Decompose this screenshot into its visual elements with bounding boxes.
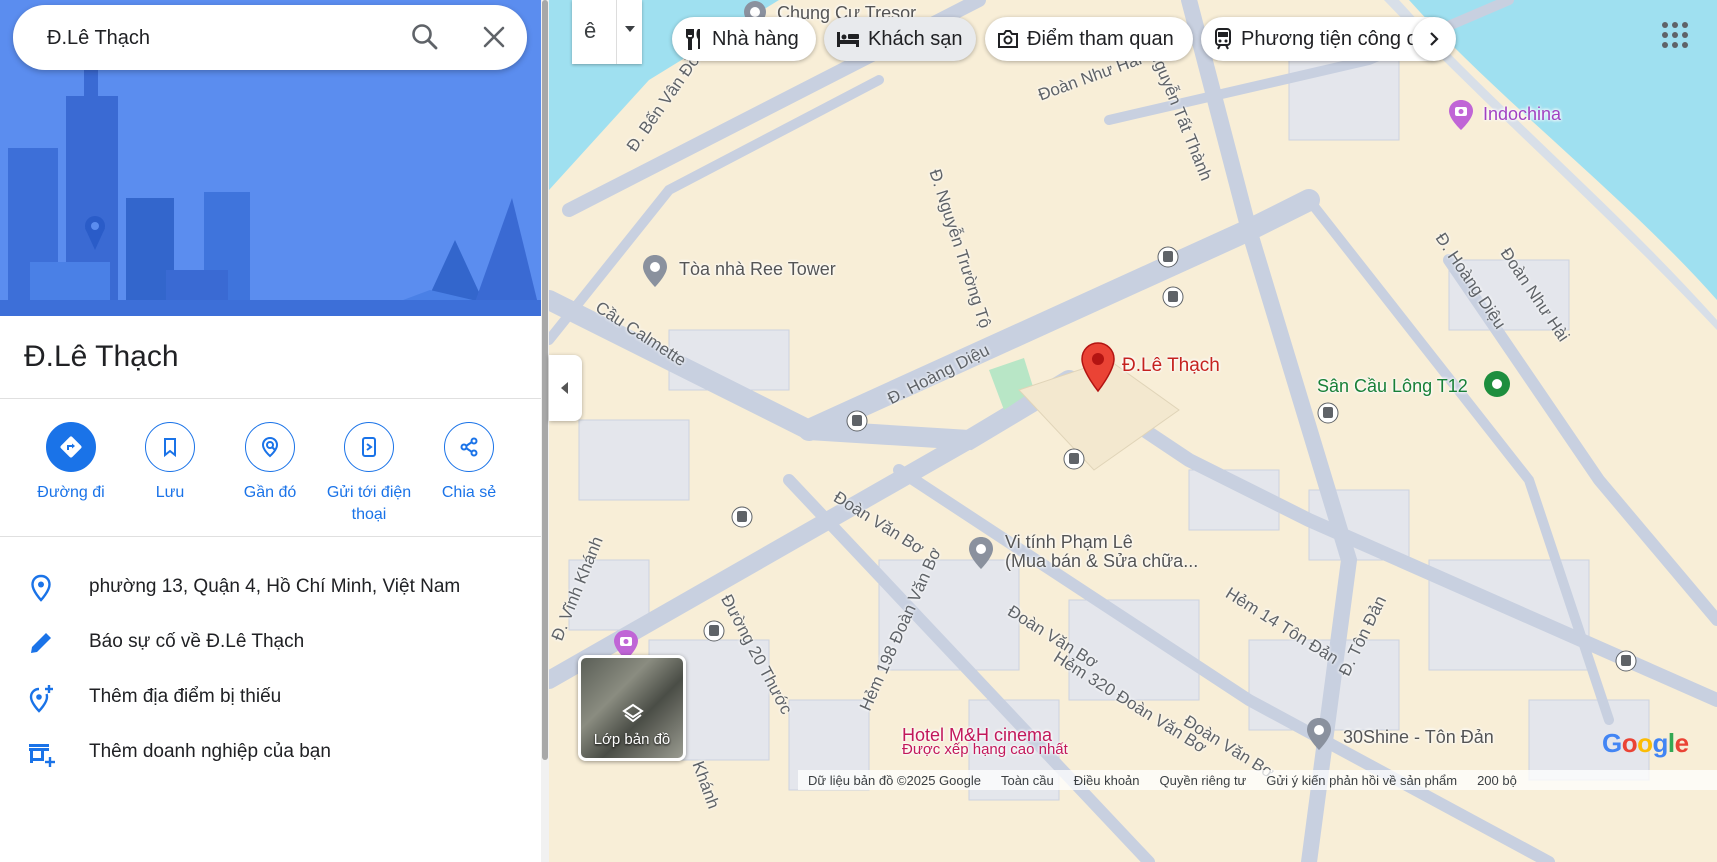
directions-label: Đường đi xyxy=(37,484,105,501)
divider xyxy=(0,536,541,537)
ime-icon: ê xyxy=(584,18,597,43)
bus-stop-icon[interactable] xyxy=(1162,286,1184,308)
close-icon xyxy=(483,26,505,48)
phone-send-icon xyxy=(362,437,376,457)
poi-label[interactable]: (Mua bán & Sửa chữa... xyxy=(1005,551,1198,572)
global-link[interactable]: Toàn cầu xyxy=(991,773,1064,788)
add-missing-place-row[interactable]: Thêm địa điểm bị thiếu xyxy=(0,669,541,724)
clear-search-button[interactable] xyxy=(478,21,510,53)
bookmark-icon xyxy=(164,438,176,458)
bus-stop-icon[interactable] xyxy=(846,410,868,432)
camera-icon xyxy=(998,30,1018,48)
poi-label[interactable]: Sân Cầu Lông T12 xyxy=(1317,376,1468,397)
nearby-button[interactable]: Gần đó xyxy=(215,422,325,504)
divider xyxy=(0,398,541,399)
location-pin-icon xyxy=(31,574,51,602)
poi-label[interactable]: Vi tính Phạm Lê xyxy=(1005,532,1133,553)
panel-scrollbar[interactable] xyxy=(541,0,549,862)
add-missing-place-text: Thêm địa điểm bị thiếu xyxy=(89,686,282,707)
map-layers-button[interactable]: Lớp bản đồ xyxy=(578,655,686,761)
address-text: phường 13, Quận 4, Hồ Chí Minh, Việt Nam xyxy=(89,576,461,597)
train-icon xyxy=(1215,28,1231,50)
chevron-left-icon xyxy=(561,382,568,394)
poi-rating-label: Được xếp hạng cao nhất xyxy=(902,741,1068,758)
map-attribution-bar: Dữ liệu bản đồ ©2025 Google Toàn cầu Điề… xyxy=(798,770,1717,790)
feedback-link[interactable]: Gửi ý kiến phản hồi về sản phẩm xyxy=(1256,773,1467,788)
save-icon-circle xyxy=(145,422,195,472)
chip-restaurants[interactable]: Nhà hàng xyxy=(672,17,816,61)
save-label: Lưu xyxy=(155,484,185,501)
chips-scroll-right-button[interactable] xyxy=(1412,17,1456,61)
privacy-link[interactable]: Quyền riêng tư xyxy=(1150,773,1257,788)
scale-label[interactable]: 200 bộ xyxy=(1467,773,1527,788)
search-button[interactable] xyxy=(409,21,441,53)
directions-icon xyxy=(60,436,82,458)
poi-label[interactable]: Tòa nhà Ree Tower xyxy=(679,259,836,280)
nearby-icon xyxy=(261,436,279,458)
search-icon xyxy=(412,24,438,50)
chip-label: Nhà hàng xyxy=(712,27,799,50)
divider xyxy=(616,0,617,64)
search-input[interactable]: Đ.Lê Thạch xyxy=(47,27,150,50)
green-poi-icon[interactable] xyxy=(1482,369,1512,401)
bus-stop-icon[interactable] xyxy=(703,620,725,642)
camera-poi-icon[interactable] xyxy=(1446,98,1476,132)
add-business-text: Thêm doanh nghiệp của bạn xyxy=(89,741,331,762)
bus-stop-icon[interactable] xyxy=(1317,402,1339,424)
share-icon-circle xyxy=(444,422,494,472)
chevron-right-icon xyxy=(1430,32,1439,46)
share-icon xyxy=(460,437,478,457)
add-location-icon xyxy=(29,685,53,713)
bus-stop-icon[interactable] xyxy=(1063,448,1085,470)
directions-button[interactable]: Đường đi xyxy=(16,422,126,504)
share-label: Chia sẻ xyxy=(441,484,497,501)
chip-label: Điểm tham quan xyxy=(1027,27,1174,50)
poi-label[interactable]: 30Shine - Tôn Đản xyxy=(1343,727,1494,748)
nearby-label: Gần đó xyxy=(243,484,297,501)
bed-icon xyxy=(837,32,859,47)
poi-pin-icon[interactable] xyxy=(639,253,671,289)
poi-label[interactable]: Indochina xyxy=(1483,104,1561,125)
chip-attractions[interactable]: Điểm tham quan xyxy=(985,17,1193,61)
terms-link[interactable]: Điều khoản xyxy=(1064,773,1150,788)
address-row[interactable]: phường 13, Quận 4, Hồ Chí Minh, Việt Nam xyxy=(0,559,541,614)
search-box[interactable]: Đ.Lê Thạch xyxy=(13,5,527,70)
chevron-down-icon[interactable] xyxy=(625,26,635,32)
save-button[interactable]: Lưu xyxy=(115,422,225,504)
chip-hotels[interactable]: Khách sạn xyxy=(824,17,976,61)
bus-stop-icon[interactable] xyxy=(1157,246,1179,268)
bus-stop-icon[interactable] xyxy=(731,506,753,528)
nearby-icon-circle xyxy=(245,422,295,472)
share-button[interactable]: Chia sẻ xyxy=(414,422,524,504)
layers-label: Lớp bản đồ xyxy=(593,731,671,748)
map-canvas[interactable]: Chung Cư Tresor Tòa nhà Ree Tower Indoch… xyxy=(549,0,1717,862)
add-business-row[interactable]: Thêm doanh nghiệp của bạn xyxy=(0,724,541,779)
send-to-phone-icon-circle xyxy=(344,422,394,472)
fork-knife-icon xyxy=(686,29,700,50)
map-data-credit: Dữ liệu bản đồ ©2025 Google xyxy=(808,772,981,788)
add-business-icon xyxy=(29,744,55,767)
apps-grid-icon[interactable] xyxy=(1660,20,1690,50)
scrollbar-thumb[interactable] xyxy=(542,0,548,760)
map-base-layer xyxy=(549,0,1717,862)
layers-icon xyxy=(622,703,644,723)
directions-icon-circle xyxy=(46,422,96,472)
side-panel: Đ.Lê Thạch Đ.Lê Thạch Đường đi Lưu Gần đ… xyxy=(0,0,541,862)
send-to-phone-label: Gửi tới điện thoại xyxy=(326,484,412,523)
collapse-panel-button[interactable] xyxy=(549,355,582,421)
google-logo: Google xyxy=(1602,728,1689,758)
place-title: Đ.Lê Thạch xyxy=(24,340,179,373)
bus-stop-icon[interactable] xyxy=(1615,650,1637,672)
pencil-icon xyxy=(31,633,51,653)
chip-label: Phương tiện công c xyxy=(1241,27,1417,50)
report-problem-row[interactable]: Báo sự cố về Đ.Lê Thạch xyxy=(0,614,541,669)
poi-pin-icon[interactable] xyxy=(965,535,997,571)
selected-place-pin-icon[interactable] xyxy=(1080,341,1116,393)
chip-label: Khách sạn xyxy=(868,27,963,50)
selected-place-label[interactable]: Đ.Lê Thạch xyxy=(1122,355,1220,377)
send-to-phone-button[interactable]: Gửi tới điện thoại xyxy=(314,422,424,526)
report-problem-text: Báo sự cố về Đ.Lê Thạch xyxy=(89,631,305,652)
poi-pin-icon[interactable] xyxy=(1303,716,1335,752)
input-method-toggle[interactable]: ê xyxy=(572,0,642,64)
